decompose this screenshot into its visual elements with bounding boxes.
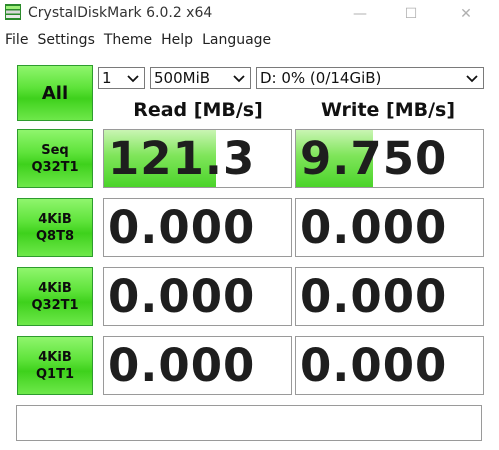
benchmark-panel: All 1 500MiB D: 0% (0/14GiB) Read [MB/s]… — [0, 52, 499, 450]
read-header: Read [MB/s] — [133, 99, 263, 121]
write-value: 0.000 — [300, 339, 448, 392]
drive-value: D: 0% (0/14GiB) — [260, 69, 382, 87]
test-line1: Seq — [41, 142, 69, 158]
close-button[interactable]: ✕ — [443, 0, 489, 28]
minimize-button[interactable]: — — [337, 0, 383, 28]
4kib-q32t1-button[interactable]: 4KiB Q32T1 — [17, 267, 93, 326]
test-line2: Q8T8 — [35, 228, 74, 244]
read-result-seq-q32t1: 121.3 — [103, 129, 292, 188]
read-value: 121.3 — [108, 132, 256, 185]
menu-bar: File Settings Theme Help Language — [0, 29, 499, 51]
test-line2: Q1T1 — [35, 366, 74, 382]
test-line2: Q32T1 — [31, 297, 79, 313]
menu-file[interactable]: File — [0, 29, 32, 51]
test-count-value: 1 — [102, 69, 112, 87]
minimize-icon: — — [353, 6, 367, 22]
read-value: 0.000 — [108, 201, 256, 254]
all-button-label: All — [41, 82, 69, 104]
write-result-4kib-q1t1: 0.000 — [295, 336, 484, 395]
window-title: CrystalDiskMark 6.0.2 x64 — [28, 5, 213, 21]
maximize-button[interactable]: ☐ — [388, 0, 434, 28]
crystaldiskmark-icon — [5, 4, 21, 20]
app-window: CrystalDiskMark 6.0.2 x64 — ☐ ✕ File Set… — [0, 0, 499, 450]
test-line1: 4KiB — [38, 280, 72, 296]
drive-select[interactable]: D: 0% (0/14GiB) — [256, 67, 484, 89]
4kib-q1t1-button[interactable]: 4KiB Q1T1 — [17, 336, 93, 395]
write-value: 0.000 — [300, 201, 448, 254]
menu-settings[interactable]: Settings — [32, 29, 98, 51]
all-button[interactable]: All — [17, 65, 93, 121]
comment-field[interactable] — [16, 405, 482, 441]
test-size-value: 500MiB — [154, 69, 211, 87]
read-result-4kib-q32t1: 0.000 — [103, 267, 292, 326]
test-line1: 4KiB — [38, 211, 72, 227]
menu-help[interactable]: Help — [156, 29, 197, 51]
test-line2: Q32T1 — [31, 159, 79, 175]
test-count-select[interactable]: 1 — [98, 67, 145, 89]
read-value: 0.000 — [108, 339, 256, 392]
menu-language[interactable]: Language — [197, 29, 275, 51]
maximize-icon: ☐ — [404, 6, 418, 22]
menu-theme[interactable]: Theme — [99, 29, 156, 51]
close-icon: ✕ — [460, 6, 472, 22]
write-value: 9.750 — [300, 132, 448, 185]
seq-q32t1-button[interactable]: Seq Q32T1 — [17, 129, 93, 188]
test-size-select[interactable]: 500MiB — [150, 67, 251, 89]
read-value: 0.000 — [108, 270, 256, 323]
read-result-4kib-q1t1: 0.000 — [103, 336, 292, 395]
write-value: 0.000 — [300, 270, 448, 323]
4kib-q8t8-button[interactable]: 4KiB Q8T8 — [17, 198, 93, 257]
write-result-4kib-q32t1: 0.000 — [295, 267, 484, 326]
chevron-down-icon — [233, 75, 245, 83]
read-result-4kib-q8t8: 0.000 — [103, 198, 292, 257]
chevron-down-icon — [127, 75, 139, 83]
test-line1: 4KiB — [38, 349, 72, 365]
write-result-4kib-q8t8: 0.000 — [295, 198, 484, 257]
chevron-down-icon — [466, 75, 478, 83]
write-header: Write [MB/s] — [320, 99, 456, 121]
title-bar: CrystalDiskMark 6.0.2 x64 — ☐ ✕ — [0, 0, 499, 28]
write-result-seq-q32t1: 9.750 — [295, 129, 484, 188]
